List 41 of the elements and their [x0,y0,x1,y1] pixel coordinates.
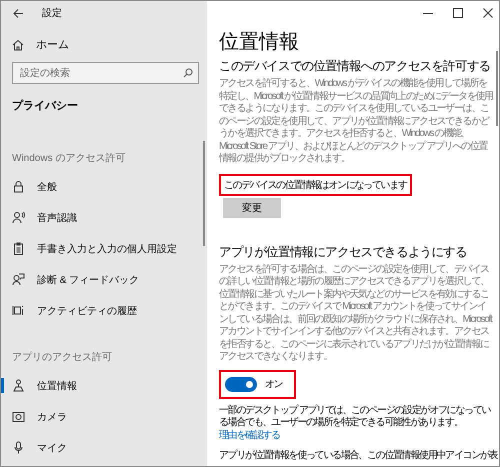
location-person-icon [12,379,25,392]
nav-item[interactable]: 位置情報 [1,370,207,401]
nav-item[interactable]: カメラ [1,401,207,432]
timeline-icon [12,304,25,317]
nav-item[interactable]: アクティビティの履歴 [1,295,207,326]
device-status-text: このデバイスの位置情報はオンになっています [219,174,412,196]
info-text: アプリが位置情報を使っている場合、この位置情報使用中アイコンが表 [219,450,498,462]
nav-item[interactable]: 手書き入力と入力の個人用設定 [1,233,207,264]
window-title: 設定 [42,6,62,20]
change-button[interactable]: 変更 [223,198,281,218]
scrollbar[interactable] [496,51,498,126]
scrollbar[interactable] [203,141,205,246]
page-title: 位置情報 [219,30,300,54]
clipboard-icon [12,242,25,255]
close-icon[interactable] [483,8,493,18]
note-text: 一部のデスクトップ アプリでは、このページの設定がオフになっている場合でも、ユーザーの場所を特定できる可能性があります。 理由を確認する [219,404,492,442]
toggle-switch[interactable] [225,376,257,392]
section-heading: このデバイスでの位置情報へのアクセスを許可する [219,58,492,74]
section-description: アクセスを許可すると、Windows がデバイスの機能を使用して場所を特定し、Microsoft が位置情報サービスの品質向上のためにデータを使用できるようになります。このデバイスを使用しているユーザーは、このページの設定を使用して、アプリが位置情報にアクセスできるかどうかを選択できます。アクセスを拒否すると、Windows の機能、Microsoft Store アプリ、およびほとんどのデスクトップ アプリへの位置情報の提供がブロックされます。 [219,78,493,166]
person-voice-icon [12,211,25,224]
search-field[interactable]: 設定の検索 [12,62,199,84]
nav-item[interactable]: 音声認識 [1,202,207,233]
maximize-icon[interactable] [453,8,463,18]
section-heading: アプリが位置情報にアクセスできるようにする [219,244,468,260]
nav-item[interactable]: マイク [1,432,207,463]
section-description: アクセスを許可する場合は、このページの設定を使用して、デバイスの詳しい位置情報と場所の履歴にアクセスできるアプリを選択して、位置情報に基づいたルート案内や天気などのサービスを有効にすることができます。このデバイスで Microsoft アカウントを使ってサインインしている場合は、前回の既知の場所がクラウドに保存され、Microsoft アカウントでサインインする他のデバイスと共有されます。アクセスを拒否すると、このページに表示されているアプリだけが位置情報にアクセスできなくなります。 [219,264,493,364]
toggle-label: オン [265,378,282,391]
lock-icon [12,180,25,193]
person-feedback-icon [12,273,25,286]
microphone-icon [12,441,25,454]
home-icon [12,38,24,50]
learn-more-link[interactable]: 理由を確認する [219,430,280,440]
back-arrow-icon[interactable] [13,8,24,18]
group-heading: アプリのアクセス許可 [12,350,113,364]
nav-item[interactable]: 全般 [1,171,207,202]
camera-icon [12,410,25,423]
home-link[interactable]: ホーム [12,37,69,52]
group-heading: Windows のアクセス許可 [12,152,126,165]
category-heading: プライバシー [12,98,79,113]
nav-item[interactable]: 診断 & フィードバック [1,264,207,295]
search-icon [183,68,193,78]
